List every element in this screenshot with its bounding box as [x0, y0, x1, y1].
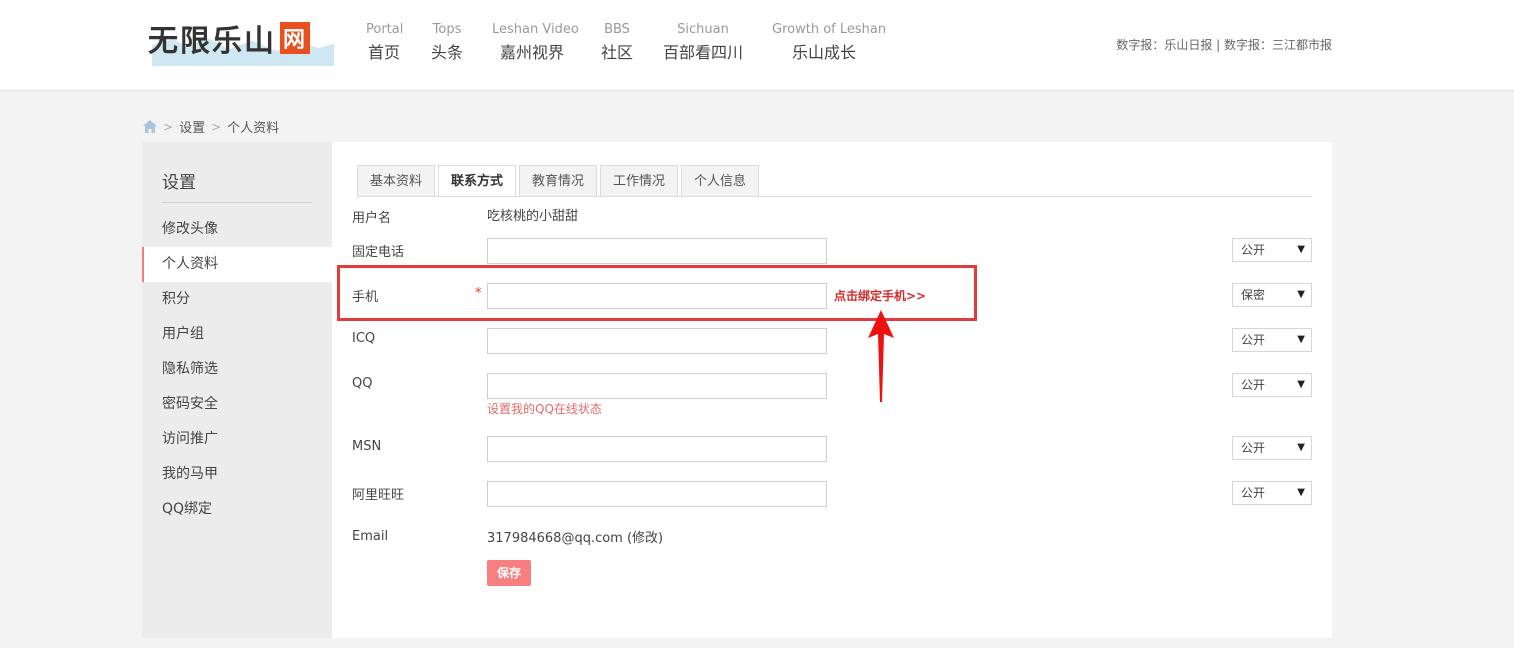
- mobile-label: 手机: [352, 290, 379, 305]
- sidebar-title: 设置: [162, 173, 196, 193]
- nav-leshan-video-cn: 嘉州视界: [499, 43, 564, 62]
- chevron-down-icon: ▼: [1297, 334, 1305, 345]
- breadcrumb-settings[interactable]: 设置: [179, 117, 205, 136]
- qq-status-link[interactable]: 设置我的QQ在线状态: [487, 400, 602, 417]
- qq-privacy-select[interactable]: 公开 ▼: [1232, 373, 1312, 397]
- msn-label: MSN: [352, 439, 382, 454]
- chevron-down-icon: ▼: [1297, 244, 1305, 255]
- nav-bbs-en: BBS: [604, 22, 630, 37]
- sidebar-item-qq-bind[interactable]: QQ绑定: [142, 492, 332, 527]
- sidebar-divider: [162, 202, 312, 203]
- aliwangwang-input[interactable]: [487, 481, 827, 507]
- site-header: 无限乐山网 Portal 首页 Tops 头条 Leshan Video 嘉州视…: [0, 0, 1514, 91]
- nav-growth-en: Growth of Leshan: [772, 22, 887, 37]
- msn-privacy-select[interactable]: 公开 ▼: [1232, 436, 1312, 460]
- tab-personal[interactable]: 个人信息: [681, 165, 759, 196]
- landline-privacy-value: 公开: [1241, 243, 1266, 257]
- required-marker: *: [475, 286, 482, 301]
- sidebar-item-promotion[interactable]: 访问推广: [142, 422, 332, 457]
- sidebar-item-avatar[interactable]: 修改头像: [142, 212, 332, 247]
- breadcrumb: > 设置 > 个人资料: [143, 117, 279, 136]
- nav-sichuan-cn: 百部看四川: [662, 43, 743, 62]
- aliwangwang-label: 阿里旺旺: [352, 488, 405, 503]
- chevron-down-icon: ▼: [1297, 289, 1305, 300]
- nav-leshan-video[interactable]: Leshan Video 嘉州视界: [492, 22, 579, 65]
- sidebar-item-profile[interactable]: 个人资料: [142, 247, 332, 282]
- bind-mobile-link[interactable]: 点击绑定手机>>: [834, 287, 926, 304]
- nav-tops[interactable]: Tops 头条: [428, 22, 466, 65]
- username-label: 用户名: [352, 211, 392, 226]
- qq-input[interactable]: [487, 373, 827, 399]
- chevron-down-icon: ▼: [1297, 487, 1305, 498]
- up-arrow-annotation: [868, 310, 894, 402]
- digital-newspaper-links[interactable]: 数字报：乐山日报 | 数字报：三江都市报: [1116, 36, 1332, 53]
- nav-bbs[interactable]: BBS 社区: [598, 22, 636, 65]
- mobile-input[interactable]: [487, 283, 827, 309]
- breadcrumb-profile: 个人资料: [227, 121, 280, 136]
- icq-privacy-select[interactable]: 公开 ▼: [1232, 328, 1312, 352]
- nav-portal-cn: 首页: [367, 43, 400, 62]
- chevron-down-icon: ▼: [1297, 442, 1305, 453]
- landline-input[interactable]: [487, 238, 827, 264]
- profile-panel: 基本资料 联系方式 教育情况 工作情况 个人信息 用户名 吃核桃的小甜甜 固定电…: [332, 142, 1332, 638]
- sidebar-item-privacy[interactable]: 隐私筛选: [142, 352, 332, 387]
- nav-bbs-cn: 社区: [600, 43, 633, 62]
- email-row: 317984668@qq.com (修改): [487, 527, 663, 546]
- sidebar-item-password[interactable]: 密码安全: [142, 387, 332, 422]
- nav-growth-cn: 乐山成长: [791, 43, 856, 62]
- icq-label: ICQ: [352, 331, 376, 346]
- home-icon[interactable]: [143, 120, 157, 133]
- tab-work[interactable]: 工作情况: [600, 165, 678, 196]
- qq-label: QQ: [352, 376, 373, 391]
- aliwangwang-privacy-value: 公开: [1241, 486, 1266, 500]
- mobile-privacy-value: 保密: [1241, 288, 1266, 302]
- nav-portal-en: Portal: [366, 22, 404, 37]
- email-label: Email: [352, 529, 389, 544]
- sidebar-item-points[interactable]: 积分: [142, 282, 332, 317]
- tab-contact[interactable]: 联系方式: [438, 165, 516, 197]
- nav-sichuan[interactable]: Sichuan 百部看四川: [662, 22, 744, 65]
- email-value: 317984668@qq.com: [487, 531, 623, 546]
- nav-sichuan-en: Sichuan: [677, 22, 729, 37]
- aliwangwang-privacy-select[interactable]: 公开 ▼: [1232, 481, 1312, 505]
- username-value: 吃核桃的小甜甜: [487, 209, 579, 224]
- tab-education[interactable]: 教育情况: [519, 165, 597, 196]
- breadcrumb-separator: >: [163, 119, 174, 134]
- site-logo[interactable]: 无限乐山网: [148, 14, 338, 72]
- nav-tops-cn: 头条: [430, 43, 463, 62]
- nav-leshan-video-en: Leshan Video: [492, 22, 579, 37]
- tab-divider: [357, 196, 1312, 197]
- email-modify-link[interactable]: (修改): [627, 531, 663, 546]
- sidebar-item-alias[interactable]: 我的马甲: [142, 457, 332, 492]
- settings-sidebar: 设置 修改头像 个人资料 积分 用户组 隐私筛选 密码安全 访问推广 我的马甲 …: [142, 142, 332, 638]
- nav-tops-en: Tops: [432, 22, 462, 37]
- logo-text: 无限乐山网: [148, 16, 311, 60]
- save-button[interactable]: 保存: [487, 560, 531, 586]
- chevron-down-icon: ▼: [1297, 379, 1305, 390]
- logo-title: 无限乐山: [148, 24, 276, 59]
- icq-input[interactable]: [487, 328, 827, 354]
- landline-label: 固定电话: [352, 245, 405, 260]
- mobile-privacy-select[interactable]: 保密 ▼: [1232, 283, 1312, 307]
- icq-privacy-value: 公开: [1241, 333, 1266, 347]
- nav-portal[interactable]: Portal 首页: [366, 22, 404, 65]
- landline-privacy-select[interactable]: 公开 ▼: [1232, 238, 1312, 262]
- tab-basic[interactable]: 基本资料: [357, 165, 435, 196]
- sidebar-item-usergroup[interactable]: 用户组: [142, 317, 332, 352]
- nav-growth[interactable]: Growth of Leshan 乐山成长: [772, 22, 887, 65]
- breadcrumb-separator: >: [211, 119, 222, 134]
- qq-privacy-value: 公开: [1241, 378, 1266, 392]
- logo-badge: 网: [280, 22, 311, 54]
- msn-input[interactable]: [487, 436, 827, 462]
- msn-privacy-value: 公开: [1241, 441, 1266, 455]
